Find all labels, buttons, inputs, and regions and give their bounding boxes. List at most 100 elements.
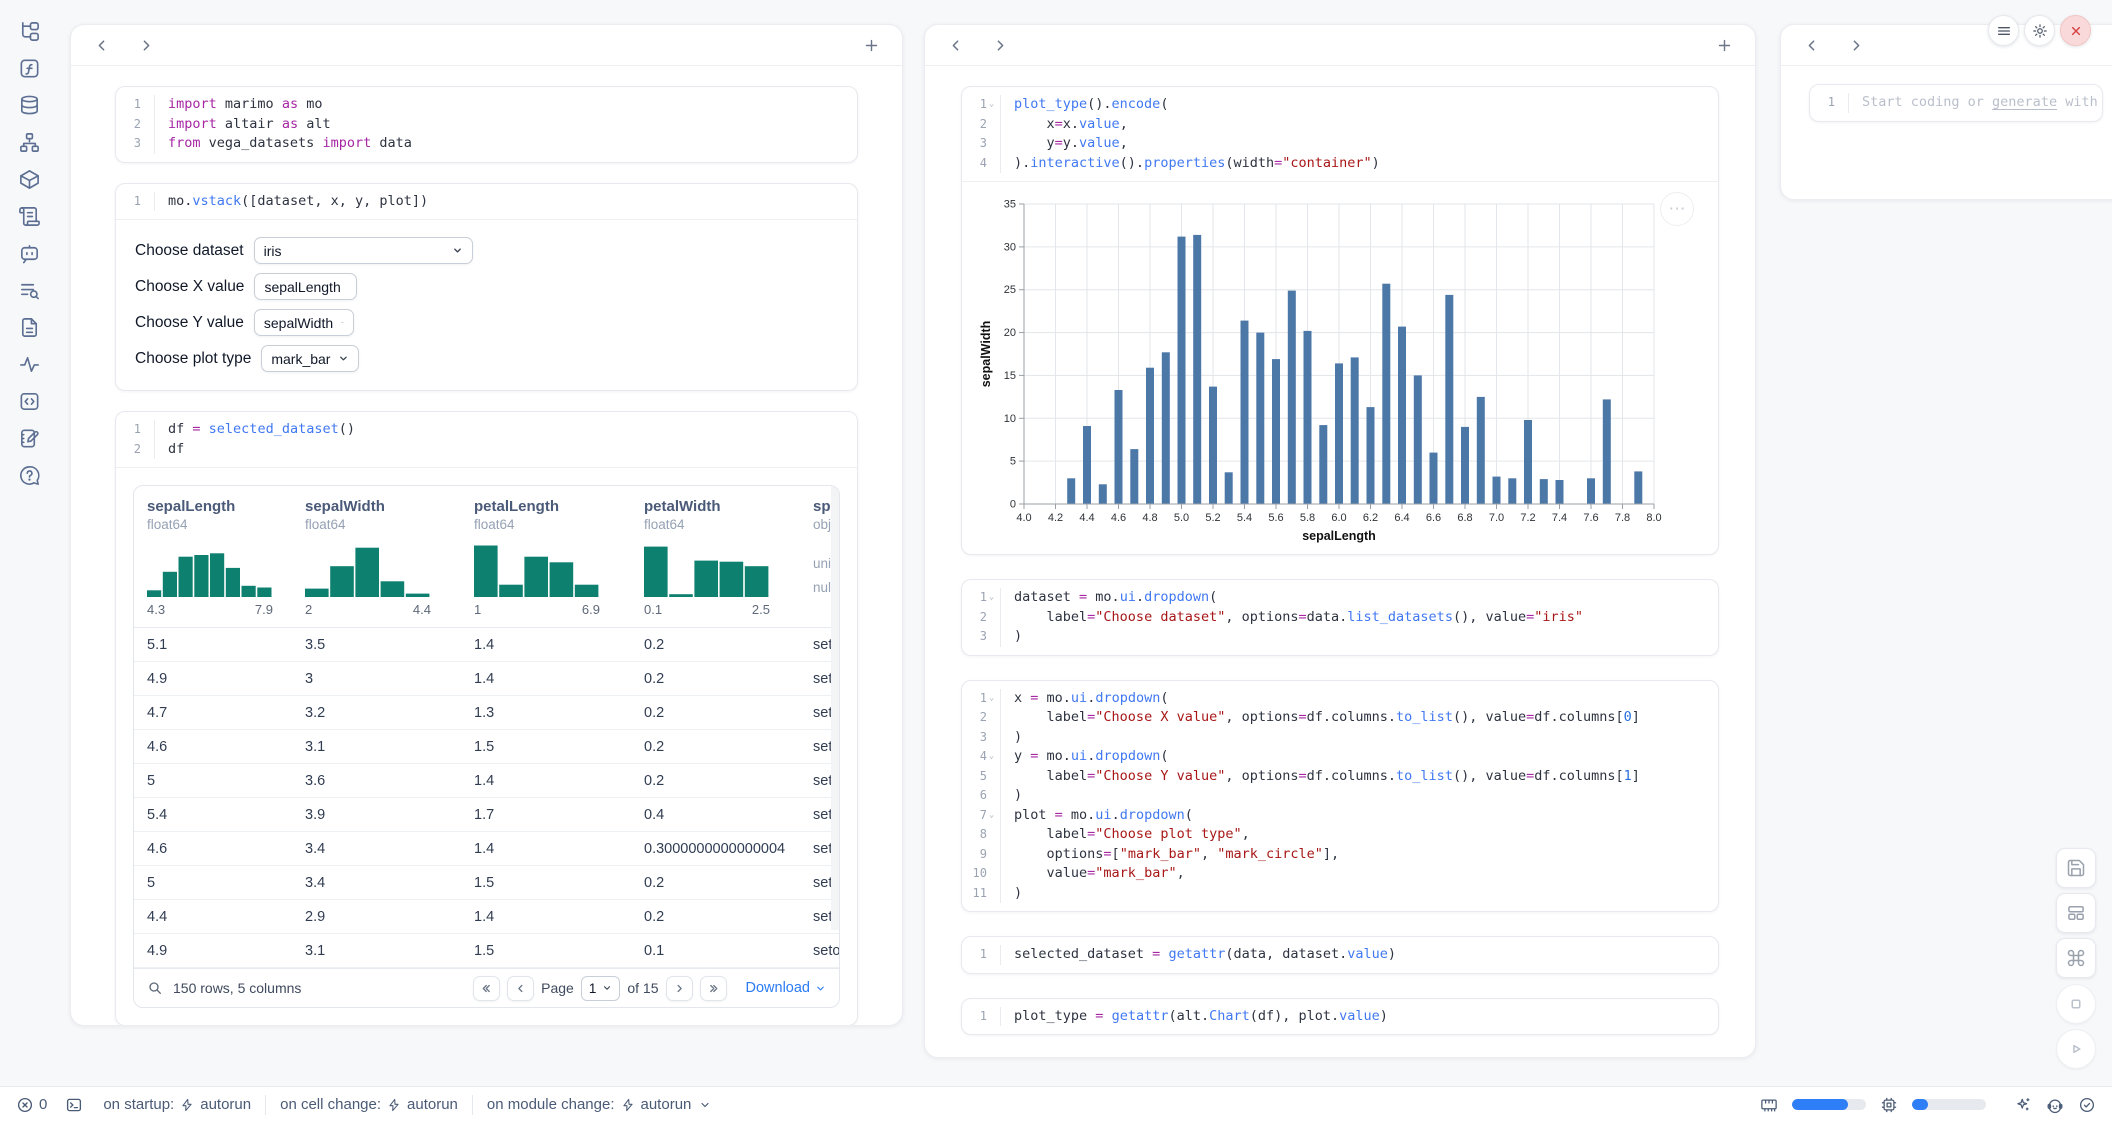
- code-editor[interactable]: 1import marimo as mo2import altair as al…: [116, 87, 857, 162]
- table-cell[interactable]: 4.4: [134, 900, 292, 934]
- table-cell[interactable]: 1.5: [461, 934, 631, 968]
- table-cell[interactable]: 0.2: [631, 866, 800, 900]
- code-box-icon[interactable]: [18, 390, 41, 413]
- cell-plot[interactable]: 1⌄plot_type().encode(2 x=x.value,3 y=y.v…: [961, 86, 1719, 555]
- code-editor[interactable]: 1⌄plot_type().encode(2 x=x.value,3 y=y.v…: [962, 87, 1718, 181]
- table-cell[interactable]: 0.2: [631, 628, 800, 662]
- file-tree-icon[interactable]: [18, 20, 41, 43]
- search-icon[interactable]: [147, 980, 163, 996]
- settings-button[interactable]: [2024, 15, 2055, 46]
- table-cell[interactable]: 3: [292, 662, 461, 696]
- code-line[interactable]: 6): [962, 786, 1718, 806]
- cell-vstack[interactable]: 1mo.vstack([dataset, x, y, plot]) Choose…: [115, 183, 858, 392]
- code-line[interactable]: 2 label="Choose X value", options=df.col…: [962, 708, 1718, 728]
- status-check-icon[interactable]: [2078, 1096, 2096, 1114]
- cell-xy-plot-dropdowns[interactable]: 1⌄x = mo.ui.dropdown(2 label="Choose X v…: [961, 680, 1719, 913]
- code-line[interactable]: 9 options=["mark_bar", "mark_circle"],: [962, 845, 1718, 865]
- help-bubble-icon[interactable]: [18, 464, 41, 487]
- table-cell[interactable]: 1.4: [461, 764, 631, 798]
- code-line[interactable]: 1selected_dataset = getattr(data, datase…: [962, 945, 1718, 965]
- cell-empty[interactable]: 1 Start coding or generate with AI: [1809, 84, 2103, 122]
- stop-button[interactable]: [2056, 984, 2096, 1024]
- table-cell[interactable]: 4.7: [134, 696, 292, 730]
- chart-menu-button[interactable]: ⋯: [1660, 192, 1694, 226]
- table-cell[interactable]: 3.9: [292, 798, 461, 832]
- table-cell[interactable]: 0.2: [631, 662, 800, 696]
- column-histogram[interactable]: [147, 541, 292, 599]
- code-line[interactable]: 3): [962, 728, 1718, 748]
- fold-chevron-icon[interactable]: ⌄: [987, 95, 996, 115]
- fold-chevron-icon[interactable]: ⌄: [987, 588, 996, 608]
- code-line[interactable]: 2 x=x.value,: [962, 115, 1718, 135]
- cell-plot-type[interactable]: 1plot_type = getattr(alt.Chart(df), plot…: [961, 998, 1719, 1036]
- activity-icon[interactable]: [18, 353, 41, 376]
- code-editor[interactable]: 1df = selected_dataset()2df: [116, 412, 857, 467]
- column-histogram[interactable]: [644, 541, 800, 599]
- code-line[interactable]: 3from vega_datasets import data: [116, 134, 857, 154]
- code-line[interactable]: 4⌄y = mo.ui.dropdown(: [962, 747, 1718, 767]
- run-config-item[interactable]: on startup:autorun: [103, 1096, 251, 1113]
- code-line[interactable]: 3 y=y.value,: [962, 134, 1718, 154]
- save-button[interactable]: [2056, 848, 2096, 888]
- code-line[interactable]: 7⌄plot = mo.ui.dropdown(: [962, 806, 1718, 826]
- cell-dataset-dropdown[interactable]: 1⌄dataset = mo.ui.dropdown(2 label="Choo…: [961, 579, 1719, 656]
- sitemap-icon[interactable]: [18, 131, 41, 154]
- fold-chevron-icon[interactable]: ⌄: [987, 689, 996, 709]
- table-scrollbar[interactable]: [831, 486, 839, 930]
- column-histogram[interactable]: [305, 541, 461, 599]
- table-cell[interactable]: setosa: [800, 934, 839, 968]
- code-line[interactable]: 1df = selected_dataset(): [116, 420, 857, 440]
- add-cell-icon[interactable]: [863, 37, 880, 54]
- fold-chevron-icon[interactable]: ⌄: [987, 806, 996, 826]
- code-line[interactable]: 3): [962, 627, 1718, 647]
- ai-sparkles-icon[interactable]: [2014, 1096, 2032, 1114]
- code-editor[interactable]: 1⌄dataset = mo.ui.dropdown(2 label="Choo…: [962, 580, 1718, 655]
- table-cell[interactable]: 4.9: [134, 662, 292, 696]
- add-cell-icon[interactable]: [1716, 37, 1733, 54]
- code-line[interactable]: 2 label="Choose dataset", options=data.l…: [962, 608, 1718, 628]
- choose-y-value-select[interactable]: sepalWidth: [254, 309, 354, 336]
- table-cell[interactable]: 5.1: [134, 628, 292, 662]
- table-cell[interactable]: 1.5: [461, 730, 631, 764]
- code-line[interactable]: 2import altair as alt: [116, 115, 857, 135]
- database-icon[interactable]: [18, 94, 41, 117]
- generate-link[interactable]: generate: [1992, 94, 2057, 110]
- table-cell[interactable]: 0.2: [631, 730, 800, 764]
- cell-imports[interactable]: 1import marimo as mo2import altair as al…: [115, 86, 858, 163]
- function-square-icon[interactable]: [18, 57, 41, 80]
- column-name[interactable]: sepalLength: [147, 498, 292, 515]
- column-name[interactable]: petalLength: [474, 498, 631, 515]
- table-cell[interactable]: 3.5: [292, 628, 461, 662]
- table-cell[interactable]: 5.4: [134, 798, 292, 832]
- altair-chart[interactable]: 4.04.24.44.64.85.05.25.45.65.86.06.26.46…: [978, 194, 1718, 546]
- cell-dataframe[interactable]: 1df = selected_dataset()2df sepalLengthf…: [115, 411, 858, 1026]
- close-panel-button[interactable]: [2060, 15, 2091, 46]
- table-cell[interactable]: 4.9: [134, 934, 292, 968]
- scroll-icon[interactable]: [18, 205, 41, 228]
- chevron-left-icon[interactable]: [93, 37, 110, 54]
- table-cell[interactable]: 3.6: [292, 764, 461, 798]
- table-cell[interactable]: 5: [134, 764, 292, 798]
- run-button[interactable]: [2056, 1029, 2096, 1069]
- code-line[interactable]: 5 label="Choose Y value", options=df.col…: [962, 767, 1718, 787]
- table-cell[interactable]: 1.4: [461, 628, 631, 662]
- table-cell[interactable]: 0.2: [631, 764, 800, 798]
- code-editor[interactable]: 1plot_type = getattr(alt.Chart(df), plot…: [962, 999, 1718, 1035]
- download-button[interactable]: Download: [746, 980, 827, 996]
- box-icon[interactable]: [18, 168, 41, 191]
- code-line[interactable]: 10 value="mark_bar",: [962, 864, 1718, 884]
- last-page-button[interactable]: [700, 976, 727, 1001]
- prev-page-button[interactable]: [507, 976, 534, 1001]
- next-page-button[interactable]: [666, 976, 693, 1001]
- page-select[interactable]: 1: [581, 976, 621, 1001]
- list-search-icon[interactable]: [18, 279, 41, 302]
- table-cell[interactable]: 4.6: [134, 832, 292, 866]
- chevron-left-icon[interactable]: [947, 37, 964, 54]
- code-placeholder[interactable]: Start coding or generate with AI: [1848, 93, 2103, 113]
- code-line[interactable]: 2df: [116, 440, 857, 460]
- code-line[interactable]: 1import marimo as mo: [116, 95, 857, 115]
- chevron-right-icon[interactable]: [138, 37, 155, 54]
- chevron-right-icon[interactable]: [992, 37, 1009, 54]
- error-counter[interactable]: 0: [16, 1096, 47, 1114]
- code-editor[interactable]: 1selected_dataset = getattr(data, datase…: [962, 937, 1718, 973]
